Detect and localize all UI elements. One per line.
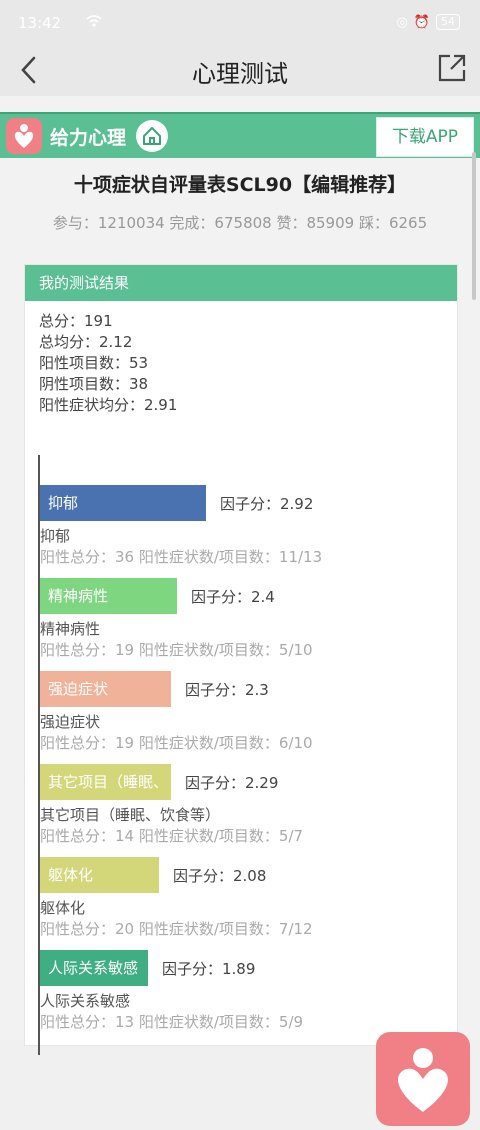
nav-bar: 心理测试 [0, 44, 480, 96]
chart-row: 其它项目（睡眠、 因子分：2.29 其它项目（睡眠、饮食等） 阳性总分：14 阳性症状… [40, 764, 450, 858]
factor-name: 精神病性 [40, 620, 101, 638]
brand-name: 给力心理 [50, 127, 127, 149]
bar-value-label: 因子分：2.29 [185, 774, 279, 792]
bar-value-label: 因子分：2.08 [173, 867, 267, 885]
bar: 抑郁 [40, 485, 206, 521]
factor-bar-chart: 抑郁 因子分：2.92 抑郁 阳性总分：36 阳性症状数/项目数：11/13 精神病性因… [25, 455, 457, 1055]
factor-name: 抑郁 [40, 527, 71, 545]
bar: 躯体化 [40, 857, 159, 893]
factor-detail: 阳性总分：19 阳性症状数/项目数：5/10 [40, 641, 313, 659]
bar: 精神病性 [40, 578, 177, 614]
bar: 人际关系敏感 [40, 950, 148, 986]
share-button[interactable] [436, 52, 468, 84]
factor-detail: 阳性总分：14 阳性症状数/项目数：5/7 [40, 827, 304, 845]
chart-row: 精神病性 因子分：2.4 精神病性 阳性总分：19 阳性症状数/项目数：5/10 [40, 578, 450, 672]
positive-items-count: 阳性项目数：53 [39, 354, 149, 372]
battery-icon: 54 [436, 14, 460, 30]
chart-row: 人际关系敏感 因子分：1.89 人际关系敏感 阳性总分：13 阳性症状数/项目数：5/… [40, 950, 450, 1044]
status-bar: 13:42 ◎ ⏰ 54 [0, 0, 480, 44]
result-card-header: 我的测试结果 [25, 265, 457, 301]
bar-value-label: 因子分：2.4 [191, 588, 275, 606]
factor-name: 强迫症状 [40, 713, 101, 731]
factor-detail: 阳性总分：19 阳性症状数/项目数：6/10 [40, 734, 313, 752]
nfc-icon: ◎ [396, 14, 408, 30]
chart-row: 躯体化 因子分：2.08 躯体化 阳性总分：20 阳性症状数/项目数：7/12 [40, 857, 450, 951]
bar: 强迫症状 [40, 671, 171, 707]
status-right: ◎ ⏰ 54 [396, 14, 460, 30]
bar-value-label: 因子分：2.92 [220, 495, 314, 513]
test-title: 十项症状自评量表SCL90【编辑推荐】 [73, 174, 407, 196]
home-icon[interactable] [136, 120, 168, 152]
share-icon [438, 54, 466, 82]
brand-banner: 给力心理 下载APP [0, 112, 480, 158]
bar-value-label: 因子分：1.89 [162, 960, 256, 978]
factor-detail: 阳性总分：36 阳性症状数/项目数：11/13 [40, 548, 323, 566]
factor-name: 躯体化 [40, 899, 86, 917]
heart-person-icon [398, 1048, 448, 1112]
factor-name: 人际关系敏感 [40, 992, 131, 1010]
factor-name: 其它项目（睡眠、饮食等） [40, 806, 221, 824]
app-logo [6, 118, 42, 154]
chart-row: 抑郁 因子分：2.92 抑郁 阳性总分：36 阳性症状数/项目数：11/13 [40, 485, 450, 579]
negative-items-count: 阴性项目数：38 [39, 375, 149, 393]
total-average: 总均分：2.12 [39, 333, 133, 351]
total-score: 总分：191 [39, 312, 113, 330]
page-title: 心理测试 [192, 60, 288, 88]
factor-detail: 阳性总分：20 阳性症状数/项目数：7/12 [40, 920, 313, 938]
test-stats: 参与：1210034 完成：675808 赞：85909 踩：6265 [52, 214, 428, 232]
heart-person-icon [14, 124, 34, 148]
alarm-icon: ⏰ [413, 14, 430, 30]
positive-symptom-average: 阳性症状均分：2.91 [39, 396, 178, 414]
floating-logo-button[interactable] [376, 1032, 470, 1126]
result-card: 我的测试结果 总分：191 总均分：2.12 阳性项目数：53 阴性项目数：38… [24, 264, 458, 1055]
bar: 其它项目（睡眠、 [40, 764, 171, 800]
status-time: 13:42 [18, 14, 62, 32]
bar-value-label: 因子分：2.3 [185, 681, 269, 699]
wifi-icon [86, 14, 102, 32]
chart-row: 强迫症状 因子分：2.3 强迫症状 阳性总分：19 阳性症状数/项目数：6/10 [40, 671, 450, 765]
factor-detail: 阳性总分：13 阳性症状数/项目数：5/9 [40, 1013, 304, 1031]
result-summary: 总分：191 总均分：2.12 阳性项目数：53 阴性项目数：38 阳性症状均分… [39, 311, 177, 416]
download-app-button[interactable]: 下载APP [376, 117, 474, 157]
web-content[interactable]: 给力心理 下载APP 十项症状自评量表SCL90【编辑推荐】 参与：121003… [0, 96, 480, 1126]
